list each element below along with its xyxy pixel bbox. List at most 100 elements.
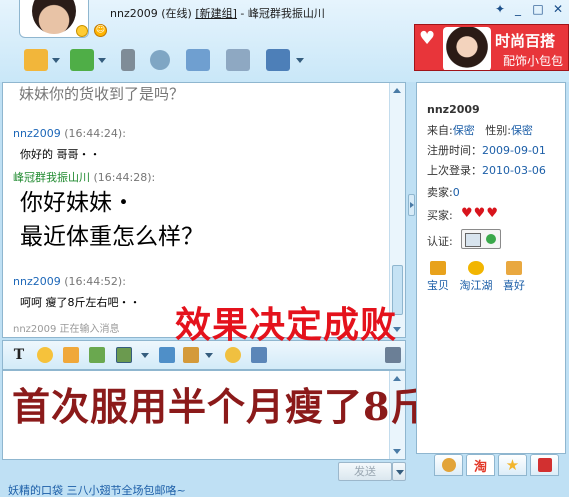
scroll-down-icon[interactable]: [393, 449, 401, 454]
sender-name[interactable]: nnz2009: [13, 127, 61, 140]
register-label: 注册时间：: [427, 144, 482, 157]
register-value: 2009-09-01: [482, 144, 546, 157]
shake-window-icon[interactable]: [89, 347, 105, 363]
taojianghu-icon: [468, 261, 484, 275]
chevron-down-icon[interactable]: [296, 57, 304, 63]
avatar[interactable]: [19, 0, 89, 38]
picture-icon[interactable]: [159, 347, 175, 363]
contact-icon: [266, 49, 290, 71]
message-text: 你好的 哥哥・・: [20, 148, 101, 161]
promo-caption: 首次服用半个月瘦了8斤！: [12, 384, 469, 429]
wrench-icon[interactable]: [385, 347, 401, 363]
send-row: 发送: [0, 460, 410, 482]
last-login-label: 上次登录：: [427, 164, 482, 177]
cert-label: 认证:: [427, 235, 453, 248]
voice-button[interactable]: [116, 47, 140, 73]
title-group-name: 峰冠群我振山川: [247, 7, 325, 20]
heart-icon: ♥: [486, 206, 498, 221]
avatar-photo: [32, 0, 76, 34]
buyer-rating[interactable]: ♥ ♥ ♥: [461, 207, 498, 220]
message-text: 最近体重怎么样？: [20, 224, 204, 250]
app-treasure[interactable]: 宝贝: [421, 261, 455, 293]
profile-cert: 认证:: [427, 233, 453, 249]
seller-label: 卖家:: [427, 186, 453, 199]
music-note-icon[interactable]: [183, 347, 199, 363]
message-text: 呵呵 瘦了8斤左右吧・・: [20, 296, 141, 309]
message-time: (16:44:28):: [93, 171, 156, 184]
maximize-button[interactable]: □: [530, 2, 546, 16]
collapse-arrow-icon[interactable]: [408, 194, 415, 216]
gift-icon[interactable]: [225, 347, 241, 363]
send-options-chevron-icon[interactable]: [392, 462, 406, 481]
typing-indicator: nnz2009 正在输入消息: [13, 324, 120, 335]
message-header: nnz2009 (16:44:52):: [13, 275, 126, 288]
from-label: 来自:: [427, 124, 453, 137]
send-file-button[interactable]: [70, 47, 112, 73]
speech-bubble-icon: [441, 458, 456, 472]
chevron-down-icon[interactable]: [205, 353, 213, 358]
group-button[interactable]: [180, 47, 216, 73]
chevron-down-icon[interactable]: [98, 57, 106, 63]
profile-from-gender: 来自:保密 性别:保密: [427, 122, 533, 138]
magic-face-icon[interactable]: [63, 347, 79, 363]
pin-icon[interactable]: ✦: [492, 2, 508, 16]
application-window-icon: [226, 49, 250, 71]
chevron-down-icon[interactable]: [141, 353, 149, 358]
app-label: 淘江湖: [459, 279, 493, 292]
new-group-link[interactable]: [新建组]: [195, 7, 237, 20]
webcam-icon: [150, 50, 170, 70]
favorites-icon: [506, 261, 522, 275]
video-button[interactable]: [144, 47, 176, 73]
tab-chat[interactable]: [434, 454, 463, 476]
minimize-button[interactable]: _: [510, 2, 526, 16]
avatar-badge-icon: [76, 25, 88, 37]
taobao-icon: 淘: [473, 459, 487, 475]
app-taojianghu[interactable]: 淘江湖: [459, 261, 493, 293]
people-icon: [186, 49, 210, 71]
smiley-icon[interactable]: [37, 347, 53, 363]
profile-apps: 宝贝 淘江湖 喜好: [421, 261, 561, 293]
profile-panel: nnz2009 来自:保密 性别:保密 注册时间：2009-09-01 上次登录…: [416, 82, 566, 454]
app-label: 喜好: [503, 279, 525, 292]
friend-button[interactable]: [260, 47, 310, 73]
close-button[interactable]: ✕: [550, 2, 566, 16]
profile-name: nnz2009: [427, 103, 480, 116]
chat-tools-button[interactable]: [24, 47, 66, 73]
shirt-icon: [537, 458, 552, 472]
message-time: (16:44:24):: [64, 127, 126, 140]
qq-status-icon[interactable]: ☺: [94, 24, 107, 37]
message-time: (16:44:52):: [64, 275, 126, 288]
promo-headline: 效果决定成败: [175, 304, 398, 346]
profile-buyer: 买家:: [427, 207, 453, 223]
seller-value: 0: [452, 186, 460, 199]
message-text: 你好妹妹・: [20, 190, 135, 216]
tab-shop[interactable]: [530, 454, 559, 476]
tab-taobao[interactable]: 淘: [466, 454, 495, 476]
status-bar: 妖精的口袋 三八小翅节全场包邮咯~: [0, 482, 569, 497]
panel-splitter[interactable]: [407, 82, 416, 482]
font-icon[interactable]: T: [11, 347, 27, 363]
app-button[interactable]: [220, 47, 256, 73]
promo-link[interactable]: 妖精的口袋 三八小翅节全场包邮咯~: [8, 482, 186, 497]
screenshot-icon[interactable]: [116, 347, 132, 363]
ad-model-image: [443, 27, 491, 70]
title-user: nnz2009: [110, 7, 158, 20]
ad-banner[interactable]: ♥ 时尚百搭 配饰小包包: [414, 24, 569, 71]
send-button[interactable]: 发送: [338, 462, 392, 481]
sender-name[interactable]: nnz2009: [13, 275, 61, 288]
heart-icon: ♥: [461, 206, 473, 221]
transfer-file-icon: [70, 49, 94, 71]
heart-icon: ♥: [473, 206, 486, 221]
app-favorites[interactable]: 喜好: [497, 261, 531, 293]
partial-message: 妹妹你的货收到了是吗？: [19, 85, 185, 103]
buyer-label: 买家:: [427, 209, 453, 222]
tab-star[interactable]: ★: [498, 454, 527, 476]
chevron-down-icon[interactable]: [52, 57, 60, 63]
heart-icon: ♥: [419, 28, 436, 49]
scroll-up-icon[interactable]: [393, 88, 401, 93]
chat-history-icon[interactable]: [251, 347, 267, 363]
treasure-icon: [430, 261, 446, 275]
certification-icon[interactable]: [461, 229, 501, 249]
microphone-icon: [121, 49, 135, 71]
sender-name[interactable]: 峰冠群我振山川: [13, 171, 90, 184]
